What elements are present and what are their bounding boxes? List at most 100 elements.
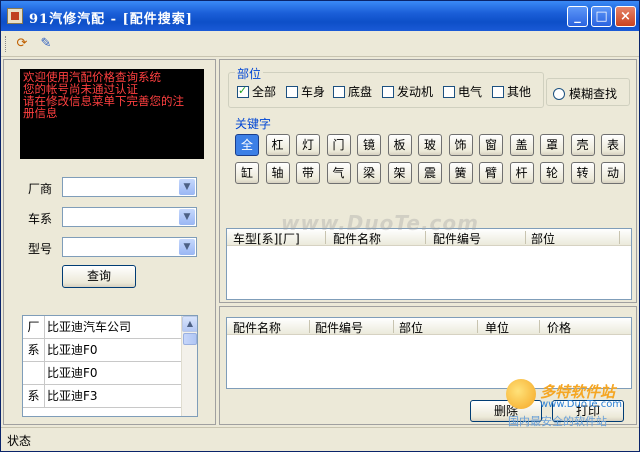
checkbox-checked-icon[interactable] [237, 84, 249, 98]
radio-icon[interactable] [553, 88, 565, 100]
brand-watermark: 多特软件站 www.DuoTe.com 国内最安全的软件站 [506, 379, 636, 429]
keyword-button[interactable]: 轴 [265, 162, 290, 184]
maximize-button[interactable]: □ [591, 6, 612, 27]
col-divider[interactable] [539, 320, 540, 333]
keyword-button[interactable]: 簧 [448, 162, 473, 184]
checkbox-icon[interactable] [382, 86, 394, 98]
part-engine-checkbox[interactable]: 发动机 [382, 83, 433, 100]
refresh-icon[interactable]: ⟳ [13, 35, 31, 53]
series-select[interactable]: ▼ [62, 207, 197, 227]
keyword-button[interactable]: 表 [601, 134, 625, 156]
list-item-type: 系 [23, 339, 45, 361]
keyword-button[interactable]: 全 [235, 134, 259, 156]
col-header-position[interactable]: 部位 [531, 230, 555, 247]
keyword-button[interactable]: 梁 [357, 162, 381, 184]
list-item-type [23, 362, 45, 384]
keyword-button[interactable]: 动 [601, 162, 625, 184]
keyword-button[interactable]: 架 [387, 162, 412, 184]
keyword-button[interactable]: 轮 [540, 162, 564, 184]
keyword-button[interactable]: 气 [326, 162, 351, 184]
app-window: 91汽修汽配 - [配件搜索] _ □ × ⟳ ✎ 欢迎使用汽配价格查询系统 您… [0, 0, 640, 452]
checkbox-icon[interactable] [286, 86, 298, 98]
list-item-name: 比亚迪汽车公司 [47, 320, 132, 334]
status-bar: 状态 [1, 427, 639, 451]
checkbox-icon[interactable] [492, 86, 504, 98]
part-other-checkbox[interactable]: 其他 [492, 83, 531, 100]
keyword-button[interactable]: 窗 [479, 134, 503, 156]
col-header-price[interactable]: 价格 [547, 319, 571, 336]
detail-grid-header: 配件名称 配件编号 部位 单位 价格 [227, 318, 631, 335]
left-panel: 欢迎使用汽配价格查询系统 您的帐号尚未通过认证 请在修改信息菜单下完善您的注 册… [3, 59, 216, 425]
minimize-button[interactable]: _ [567, 6, 588, 27]
part-all-checkbox[interactable]: 全部 [237, 83, 276, 100]
col-divider[interactable] [477, 320, 478, 333]
part-electric-checkbox[interactable]: 电气 [443, 83, 482, 100]
keyword-button[interactable]: 玻 [418, 134, 442, 156]
keyword-button[interactable]: 臂 [479, 162, 503, 184]
manufacturer-select[interactable]: ▼ [62, 177, 197, 197]
col-header-part-name[interactable]: 配件名称 [233, 319, 281, 336]
window-title: 91汽修汽配 - [配件搜索] [29, 12, 193, 27]
chevron-down-icon[interactable]: ▼ [179, 179, 195, 195]
keyword-button[interactable]: 带 [296, 162, 320, 184]
chevron-down-icon[interactable]: ▼ [179, 239, 195, 255]
keyword-button[interactable]: 壳 [570, 134, 595, 156]
part-chassis-checkbox[interactable]: 底盘 [333, 83, 372, 100]
keyword-button[interactable]: 门 [326, 134, 351, 156]
model-select[interactable]: ▼ [62, 237, 197, 257]
list-item[interactable]: 厂 比亚迪汽车公司 [23, 316, 181, 339]
col-header-position[interactable]: 部位 [399, 319, 423, 336]
col-divider[interactable] [619, 231, 620, 244]
list-item[interactable]: 系 比亚迪F3 [23, 385, 181, 408]
keyword-button[interactable]: 缸 [235, 162, 259, 184]
brand-url: www.DuoTe.com [540, 399, 623, 410]
model-label: 型号 [28, 242, 53, 256]
list-scrollbar[interactable]: ▲ [181, 316, 197, 416]
keyword-button[interactable]: 饰 [448, 134, 473, 156]
list-item-type: 厂 [23, 316, 45, 338]
keyword-button[interactable]: 板 [387, 134, 412, 156]
col-divider[interactable] [525, 231, 526, 244]
list-item-name: 比亚迪F3 [47, 389, 98, 403]
list-item[interactable]: 比亚迪F0 [23, 362, 181, 385]
keyword-button[interactable]: 罩 [540, 134, 564, 156]
keyword-button[interactable]: 震 [418, 162, 442, 184]
edit-icon[interactable]: ✎ [37, 35, 55, 53]
query-button[interactable]: 查询 [62, 265, 136, 288]
chevron-down-icon[interactable]: ▼ [179, 209, 195, 225]
col-divider[interactable] [393, 320, 394, 333]
col-header-unit[interactable]: 单位 [485, 319, 509, 336]
title-bar[interactable]: 91汽修汽配 - [配件搜索] _ □ × [1, 1, 639, 31]
keyword-button[interactable]: 盖 [509, 134, 534, 156]
keywords-group-title: 关键字 [233, 115, 274, 132]
manufacturer-list[interactable]: 厂 比亚迪汽车公司 系 比亚迪F0 比亚迪F0 系 比亚迪F3 ▲ [22, 315, 198, 417]
list-item-name: 比亚迪F0 [47, 366, 98, 380]
keyword-button[interactable]: 转 [570, 162, 595, 184]
results-grid[interactable]: 车型[系][厂] 配件名称 配件编号 部位 [226, 228, 632, 300]
status-text: 状态 [7, 434, 32, 448]
fuzzy-group: 模糊查找 [546, 78, 630, 106]
keyword-button[interactable]: 灯 [296, 134, 320, 156]
keyword-button[interactable]: 杆 [509, 162, 534, 184]
close-button[interactable]: × [615, 6, 636, 27]
keyword-button[interactable]: 镜 [357, 134, 381, 156]
part-body-checkbox[interactable]: 车身 [286, 83, 325, 100]
scroll-up-icon[interactable]: ▲ [182, 316, 197, 332]
brand-tagline: 国内最安全的软件站 [508, 415, 607, 428]
checkbox-icon[interactable] [333, 86, 345, 98]
notice-box: 欢迎使用汽配价格查询系统 您的帐号尚未通过认证 请在修改信息菜单下完善您的注 册… [20, 69, 204, 159]
scroll-thumb[interactable] [183, 333, 197, 345]
keyword-button[interactable]: 杠 [265, 134, 290, 156]
app-icon [7, 8, 23, 24]
search-panel: 部位 全部 车身 底盘 发动机 电气 其他 模糊查找 关键字 车型[系][厂] … [219, 59, 637, 303]
manufacturer-label: 厂商 [28, 182, 53, 196]
col-divider[interactable] [309, 320, 310, 333]
list-item-name: 比亚迪F0 [47, 343, 98, 357]
col-header-part-number[interactable]: 配件编号 [315, 319, 363, 336]
list-item[interactable]: 系 比亚迪F0 [23, 339, 181, 362]
toolbar-grip [5, 36, 8, 52]
fuzzy-search-radio[interactable]: 模糊查找 [553, 85, 617, 102]
toolbar: ⟳ ✎ [1, 31, 639, 57]
checkbox-icon[interactable] [443, 86, 455, 98]
notice-line: 册信息 [23, 106, 58, 120]
